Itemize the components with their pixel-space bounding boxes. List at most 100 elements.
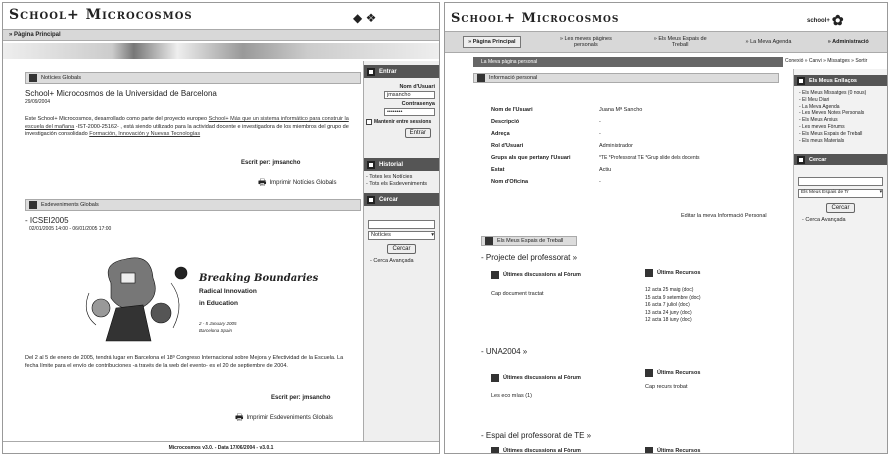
info-value: *TE *Professorat TE *Grup slide dels doc…	[599, 155, 700, 161]
forum-icon	[491, 374, 499, 382]
search-scope-select[interactable]: Els Meus Espais de Tr ▾	[798, 189, 883, 199]
my-link-item[interactable]: - Els Meus Arxius	[799, 117, 882, 124]
workspace-title[interactable]: - UNA2004 »	[481, 347, 527, 356]
event-poster-image	[81, 253, 201, 345]
forum-item[interactable]: Les eco mías (1)	[491, 393, 532, 399]
info-label: Descripció	[491, 119, 520, 125]
poster-place: Barcelona Spain	[199, 328, 233, 333]
history-header-label: Historial	[379, 161, 404, 168]
my-link-item[interactable]: - Els Meus Missatges (0 nous)	[799, 90, 882, 97]
resource-item[interactable]: 13 acta 24 juny (doc)	[645, 310, 701, 318]
school-logo: school+ ✿	[807, 12, 844, 29]
resources-icon	[645, 369, 653, 377]
remember-row: Mantenir entre sessions	[364, 119, 439, 125]
advanced-search-link[interactable]: - Cerca Avançada	[794, 213, 887, 227]
event-body: Del 2 al 5 de enero de 2005, tendrá luga…	[25, 355, 344, 369]
my-links-header: Els Meus Enllaços	[794, 75, 887, 86]
resource-item[interactable]: 15 acta 9 setembre (doc)	[645, 295, 701, 303]
info-label: Adreça	[491, 131, 510, 137]
forum-icon	[491, 447, 499, 453]
my-link-item[interactable]: - Els meus Materials	[799, 138, 882, 145]
resources-header-label: Últims Recursos	[657, 370, 701, 376]
workspace-title[interactable]: - Projecte del professorat »	[481, 253, 577, 262]
password-input[interactable]: ••••••••	[384, 108, 435, 116]
search-header-label: Cercar	[379, 196, 399, 203]
my-links-list: - Els Meus Missatges (0 nous) - El Meu D…	[794, 86, 887, 148]
my-link-item[interactable]: - Els Meus Espais de Treball	[799, 131, 882, 138]
search-input[interactable]	[368, 220, 435, 229]
event-date: 02/01/2005 14:00 - 06/01/2005 17:00	[29, 226, 112, 232]
info-row: Nom de l'Usuari Juana Mª Sancho	[491, 107, 781, 119]
resource-item[interactable]: 12 acta 18 iuny (doc)	[645, 317, 701, 325]
chevron-down-icon: ▾	[879, 190, 882, 196]
nav-admin[interactable]: » Administració	[828, 39, 869, 45]
nav-home-link[interactable]: » Pàgina Principal	[3, 29, 439, 41]
poster-title: Breaking Boundaries	[199, 273, 319, 284]
workspaces-header-label: Els Meus Espais de Treball	[497, 238, 564, 244]
search-scope-value: Notícies	[371, 232, 391, 238]
login-icon	[367, 67, 375, 76]
forum-header: Últimes discussions al Fòrum	[491, 447, 581, 454]
info-header: Informació personal	[473, 73, 779, 83]
news-link-group[interactable]: Formación, Innovación y Nuevas Tecnologí…	[89, 131, 200, 137]
banner-image	[3, 43, 439, 59]
breadcrumb: La Meva pàgina personal	[473, 57, 783, 67]
history-item-news[interactable]: - Totes les Notícies	[366, 174, 437, 181]
info-row: Nom d'Oficina -	[491, 179, 781, 191]
search-header: Cercar	[364, 193, 439, 206]
printer-icon: 🖶	[258, 177, 267, 187]
forum-item[interactable]: Cap document tractat	[491, 291, 544, 297]
nav-personal-pages[interactable]: » Les meves pàgines personals	[557, 36, 615, 48]
my-link-item[interactable]: - La Meva Agenda	[799, 104, 882, 111]
search-button[interactable]: Cercar	[826, 203, 855, 214]
remember-checkbox[interactable]	[366, 119, 372, 125]
history-list: - Totes les Notícies - Tots els Esdeveni…	[364, 171, 439, 191]
resources-header: Últims Recursos	[645, 447, 701, 454]
left-sidebar: Entrar Nom d'Usuari jmsancho Contrasenya…	[363, 61, 439, 441]
info-value: Actiu	[599, 167, 612, 173]
edit-info-link[interactable]: Editar la meva Informació Personal	[681, 213, 767, 219]
login-header-label: Entrar	[379, 68, 397, 75]
main-nav: » Pàgina Principal » Les meves pàgines p…	[445, 31, 887, 53]
my-link-item[interactable]: - El Meu Diari	[799, 97, 882, 104]
advanced-search-link[interactable]: - Cerca Avançada	[364, 254, 439, 268]
username-input[interactable]: jmsancho	[384, 91, 435, 99]
forum-header-label: Últimes discussions al Fòrum	[503, 272, 581, 278]
news-author: Escrit per: jmsancho	[241, 160, 301, 166]
info-value: -	[599, 179, 601, 185]
search-scope-select[interactable]: Notícies ▾	[368, 231, 435, 240]
logo-icon: ◆ ❖	[353, 11, 377, 25]
links-icon	[797, 76, 805, 85]
right-sidebar: Els Meus Enllaços - Els Meus Missatges (…	[793, 69, 887, 453]
right-screen: School+ Microcosmos school+ ✿ » Pàgina P…	[444, 2, 888, 454]
forum-header-label: Últimes discussions al Fòrum	[503, 448, 581, 454]
resources-header-label: Últims Recursos	[657, 270, 701, 276]
resource-item[interactable]: 12 acta 25 maig (doc)	[645, 287, 701, 295]
search-input[interactable]	[798, 177, 883, 187]
resource-item: Cap recurs trobat	[645, 384, 688, 390]
nav-home[interactable]: » Pàgina Principal	[463, 36, 521, 48]
my-link-item[interactable]: - Les Meves Notes Personals	[799, 110, 882, 117]
workspaces-header: Els Meus Espais de Treball	[481, 236, 577, 246]
news-title: School+ Microcosmos de la Universidad de…	[25, 89, 217, 98]
news-date: 29/09/2004	[25, 99, 51, 105]
info-label: Rol d'Usuari	[491, 143, 524, 149]
nav-workspaces[interactable]: » Els Meus Espais de Treball	[651, 36, 709, 48]
search-button[interactable]: Cercar	[387, 244, 416, 254]
workspace-title[interactable]: - Espai del professorat de TE »	[481, 431, 591, 440]
info-row: Estat Actiu	[491, 167, 781, 179]
news-print-label: Imprimir Notícies Globals	[269, 180, 337, 186]
nav-agenda[interactable]: » La Meva Agenda	[746, 39, 792, 45]
resource-item[interactable]: 16 acta 7 juliol (doc)	[645, 302, 701, 310]
my-link-item[interactable]: - Les meves Fòrums	[799, 124, 882, 131]
login-button[interactable]: Entrar	[404, 128, 431, 138]
event-title[interactable]: - ICSEI2005	[25, 216, 69, 225]
events-print-link[interactable]: 🖶 Imprimir Esdeveniments Globals	[235, 410, 333, 426]
info-value: Juana Mª Sancho	[599, 107, 643, 113]
resources-header-label: Últims Recursos	[657, 448, 701, 454]
info-row: Grups als que pertany l'Usuari *TE *Profe…	[491, 155, 781, 167]
top-right-links[interactable]: Conexió » Canvi » Missatges » Sortir	[785, 58, 867, 64]
search-header-label: Cercar	[809, 156, 827, 163]
news-print-link[interactable]: 🖶 Imprimir Notícies Globals	[258, 175, 337, 191]
history-item-events[interactable]: - Tots els Esdeveniments	[366, 181, 437, 188]
